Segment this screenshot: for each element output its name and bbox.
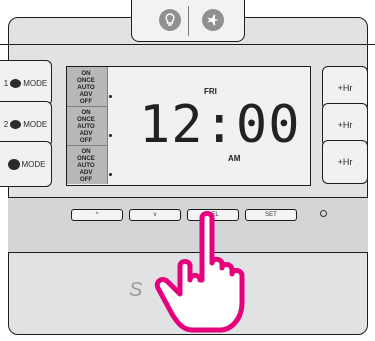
mode-button-3[interactable]: MODE (0, 141, 52, 187)
mode-column: ON ONCE AUTO ADV OFF ON ONCE AUTO ADV OFF ON ONCE… (67, 67, 108, 184)
water-heater-icon (7, 158, 20, 170)
mode-indicator-dot (109, 134, 112, 137)
mode-label: MODE (21, 159, 46, 169)
mode-block-1: ON ONCE AUTO ADV OFF (77, 70, 95, 105)
up-label: ^ (95, 212, 99, 218)
lcd-display: ON ONCE AUTO ADV OFF ON ONCE AUTO ADV OFF ON ONCE… (66, 66, 311, 186)
mode-divider (67, 106, 107, 107)
plus-hour-button-3[interactable]: +Hr (322, 140, 368, 184)
reset-button[interactable] (320, 210, 327, 217)
boost-buttons-box (131, 0, 245, 42)
mode-label: MODE (23, 119, 48, 129)
brand-logo: S (129, 279, 143, 301)
mode-icon (10, 119, 22, 129)
plus-hour-label: +Hr (337, 157, 353, 167)
set-label: SET (265, 212, 277, 218)
mode-block-2: ON ONCE AUTO ADV OFF (77, 109, 95, 144)
am-pm-label: AM (228, 154, 241, 163)
mode-icon (10, 78, 22, 88)
up-button[interactable]: ^ (71, 209, 123, 221)
mode-indicator-dot (109, 95, 112, 98)
mode-button-1[interactable]: 1 MODE (0, 60, 52, 106)
mode-divider (67, 145, 107, 146)
set-button[interactable]: SET (245, 209, 297, 221)
lightbulb-icon[interactable] (159, 9, 181, 31)
pointing-hand-icon (154, 211, 245, 333)
mode-indicator-dot (109, 173, 112, 176)
divider (188, 6, 189, 36)
mode-block-3: ON ONCE AUTO ADV OFF (77, 148, 95, 183)
airplane-icon[interactable] (202, 9, 224, 31)
channel-number: 2 (3, 119, 9, 129)
channel-number: 1 (3, 78, 9, 88)
plus-hour-label: +Hr (337, 83, 353, 93)
plus-hour-label: +Hr (337, 120, 353, 130)
mode-label: MODE (23, 78, 48, 88)
time-display: 12:00 (139, 95, 301, 155)
